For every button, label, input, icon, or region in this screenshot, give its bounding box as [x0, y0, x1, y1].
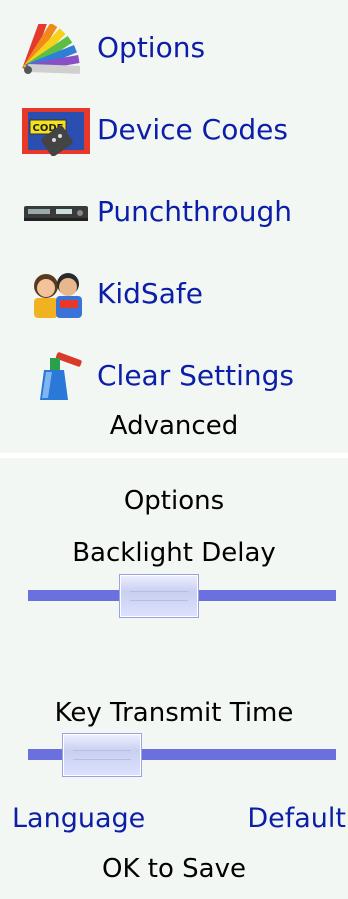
advanced-menu-panel: Options CODE Device Codes Punchthrough K…: [0, 0, 348, 453]
menu-item-label: Device Codes: [97, 113, 288, 146]
menu-item-label: KidSafe: [97, 277, 203, 310]
key-transmit-time-slider-thumb[interactable]: [62, 733, 143, 777]
backlight-delay-label: Backlight Delay: [72, 538, 276, 568]
code-remote-icon: CODE: [22, 108, 90, 156]
save-hint: OK to Save: [102, 854, 246, 884]
language-softkey[interactable]: Language: [12, 803, 145, 834]
options-panel: Options Backlight Delay Key Transmit Tim…: [0, 458, 348, 899]
menu-item-options[interactable]: Options: [0, 16, 348, 80]
backlight-delay-slider-thumb[interactable]: [119, 574, 200, 618]
menu-item-label: Clear Settings: [97, 359, 294, 392]
menu-item-punchthrough[interactable]: Punchthrough: [0, 180, 348, 244]
menu-item-kidsafe[interactable]: KidSafe: [0, 262, 348, 326]
children-icon: [34, 273, 82, 318]
menu-section-title: Advanced: [109, 411, 239, 441]
key-transmit-time-label: Key Transmit Time: [54, 698, 294, 728]
page-title: Options: [123, 486, 225, 516]
default-softkey[interactable]: Default: [247, 803, 346, 834]
menu-item-label: Options: [97, 31, 206, 64]
color-swatch-icon: [22, 24, 81, 74]
menu-item-device-codes[interactable]: CODE Device Codes: [0, 98, 348, 162]
spray-bottle-icon: [40, 352, 82, 400]
menu-item-label: Punchthrough: [97, 195, 293, 228]
menu-item-clear-settings[interactable]: Clear Settings: [0, 344, 348, 408]
av-receiver-icon: [24, 206, 88, 221]
